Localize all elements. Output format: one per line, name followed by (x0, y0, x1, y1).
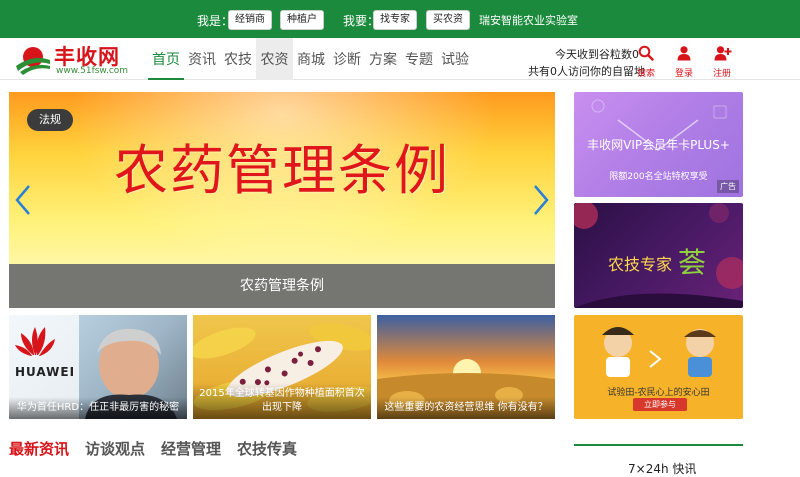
lab-link[interactable]: 瑞安智能农业实验室 (479, 12, 578, 28)
grower-button[interactable]: 种植户 (280, 10, 324, 30)
trial-field-text: 试验田-农民心上的安心田 (607, 388, 710, 398)
logo-url: www.51fsw.com (56, 66, 129, 76)
news-thumb-sunset[interactable]: 这些重要的农资经营思维 你有没有？ (377, 315, 555, 419)
news-thumb-huawei[interactable]: HUAWEI 华为首任HRD：任正非最厉害的秘密 (9, 315, 187, 419)
nav-item-news[interactable]: 资讯 (185, 38, 219, 80)
expert-ad-banner[interactable]: 农技专家 荟 (574, 203, 743, 308)
main-nav: 丰收网 www.51fsw.com 首页 资讯 农技 农资 商城 诊断 方案 专… (0, 38, 800, 80)
expert-ad-text: 农技专家 (608, 255, 673, 274)
prev-slide-icon[interactable] (13, 184, 33, 216)
nav-item-agri-tech[interactable]: 农技 (221, 38, 255, 80)
news-thumb-corn[interactable]: 2015年全球转基因作物种植面积首次出现下降 (193, 315, 371, 419)
grains-received-stat: 今天收到谷粒数0 (555, 48, 639, 61)
vip-ad-title: 丰收网VIP会员年卡PLUS+ (587, 138, 730, 152)
search-label: 搜索 (636, 69, 655, 79)
search-icon (638, 45, 654, 61)
hero-slider[interactable]: 法规 农药管理条例 农药管理条例 (9, 92, 555, 308)
vip-ad-banner[interactable]: 丰收网VIP会员年卡PLUS+ 限额200名全站特权享受 广告 (574, 92, 743, 197)
thumb-caption: 华为首任HRD：任正非最厉害的秘密 (9, 397, 187, 419)
tab-interviews[interactable]: 访谈观点 (85, 438, 145, 459)
nav-item-agri-supplies[interactable]: 农资 (256, 38, 293, 80)
tab-latest-news[interactable]: 最新资讯 (9, 438, 69, 459)
thumb-caption: 这些重要的农资经营思维 你有没有？ (377, 397, 555, 419)
thumb-caption: 2015年全球转基因作物种植面积首次出现下降 (193, 383, 371, 419)
slider-headline: 农药管理条例 (114, 139, 450, 202)
nav-item-solutions[interactable]: 方案 (366, 38, 400, 80)
tab-agri-tech-news[interactable]: 农技传真 (237, 438, 297, 459)
buy-agri-supplies-button[interactable]: 买农资 (426, 10, 470, 30)
logo-emblem-icon (16, 47, 50, 75)
register-button[interactable]: 注册 (705, 42, 739, 79)
nav-item-trials[interactable]: 试验 (438, 38, 472, 80)
huawei-logo-text: HUAWEI (15, 365, 76, 379)
expert-ad-char: 荟 (678, 246, 707, 279)
nav-item-diagnosis[interactable]: 诊断 (330, 38, 364, 80)
nav-item-mall[interactable]: 商城 (294, 38, 328, 80)
slider-caption[interactable]: 农药管理条例 (9, 264, 555, 308)
trial-field-ad-banner[interactable]: 试验田-农民心上的安心田 立即参与 (574, 315, 743, 419)
find-expert-button[interactable]: 找专家 (373, 10, 417, 30)
login-label: 登录 (674, 69, 693, 79)
join-now-button[interactable]: 立即参与 (633, 398, 687, 411)
search-button[interactable]: 搜索 (629, 42, 663, 79)
site-logo[interactable]: 丰收网 www.51fsw.com (14, 42, 134, 78)
nav-item-topics[interactable]: 专题 (402, 38, 436, 80)
user-plus-icon (714, 46, 732, 61)
top-bar: 我是： 经销商 种植户 我要： 找专家 买农资 瑞安智能农业实验室 (0, 0, 800, 38)
visitor-count-stat: 共有0人访问你的自留地 (528, 65, 645, 78)
user-icon (677, 46, 691, 61)
next-slide-icon[interactable] (531, 184, 551, 216)
side-divider (574, 444, 743, 446)
login-button[interactable]: 登录 (667, 42, 701, 79)
ad-badge: 广告 (717, 180, 739, 193)
nav-item-home[interactable]: 首页 (148, 38, 184, 80)
flash-news-title: 7×24h 快讯 (628, 462, 697, 476)
dealer-button[interactable]: 经销商 (228, 10, 272, 30)
tab-management[interactable]: 经营管理 (161, 438, 221, 459)
register-label: 注册 (712, 69, 731, 79)
